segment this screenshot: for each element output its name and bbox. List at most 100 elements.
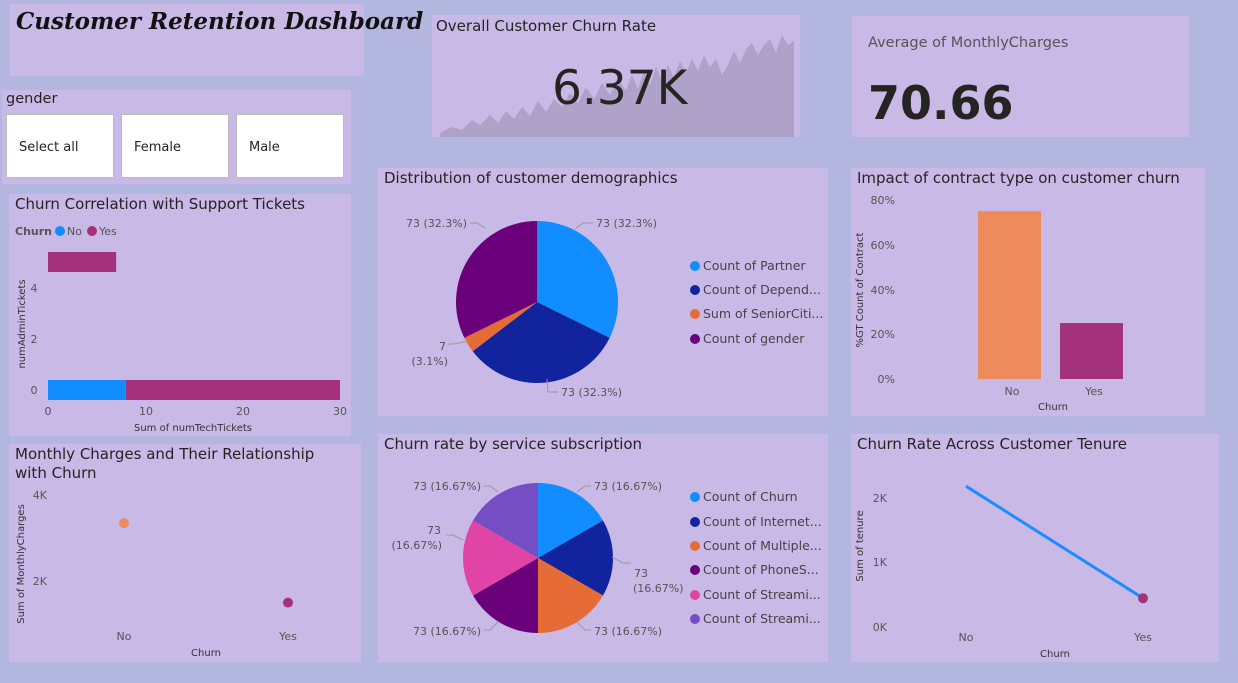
legend-swatch: [690, 285, 700, 295]
leader-line: [576, 621, 591, 631]
data-label: 73 (16.67%): [413, 625, 481, 638]
x-tick: Yes: [1133, 631, 1152, 644]
data-label-value: 73: [427, 524, 441, 537]
support-tickets-svg: Churn No Yes 0 2 4 numAdminTickets 0 10 …: [15, 225, 347, 434]
data-label-percent: (16.67%): [391, 539, 442, 552]
bar-yes-row0: [125, 380, 340, 400]
legend-swatch-yes: [87, 226, 97, 236]
contract-type-svg: 0% 20% 40% 60% 80% %GT Count of Contract…: [855, 194, 1123, 413]
x-tick: 10: [139, 405, 153, 418]
leader-line: [470, 222, 486, 229]
x-tick: No: [959, 631, 974, 644]
legend-label: Count of gender: [703, 331, 805, 346]
data-label: 73 (16.67%): [413, 480, 481, 493]
service-subscription-svg: 73 (16.67%) 73 (16.67%) 73 (16.67%) 73 (…: [391, 480, 822, 638]
leader-line: [484, 621, 499, 631]
x-tick: 30: [333, 405, 347, 418]
tenure-point-yes: [1138, 593, 1148, 604]
bar-no: [978, 211, 1041, 379]
legend-swatch: [690, 517, 700, 527]
legend-swatch: [690, 261, 700, 271]
leader-line: [574, 222, 593, 230]
leader-line: [446, 534, 464, 541]
slicer-option-label: Male: [249, 140, 280, 155]
kpi-monthly-label: Average of MonthlyCharges: [868, 35, 1069, 51]
x-tick: 0: [45, 405, 52, 418]
data-label: 73 (16.67%): [594, 480, 662, 493]
service-subscription-card: Churn rate by service subscription 73 (1…: [378, 434, 828, 662]
tenure-line: [965, 484, 1144, 600]
dashboard-title: Customer Retention Dashboard: [16, 8, 424, 35]
data-label: 73 (16.67%): [594, 625, 662, 638]
bar-yes: [1060, 323, 1123, 379]
kpi-churn-label: Overall Customer Churn Rate: [436, 17, 657, 35]
y-tick: 2K: [873, 492, 888, 505]
contract-type-card: Impact of contract type on customer chur…: [851, 168, 1205, 416]
x-axis-label: Sum of numTechTickets: [134, 423, 252, 434]
demographics-svg: 73 (32.3%) 73 (32.3%) 73 (32.3%) 7 (3.1%…: [406, 217, 823, 399]
leader-line: [484, 485, 499, 493]
tenure-card: Churn Rate Across Customer Tenure 2K 1K …: [851, 434, 1219, 662]
legend-label: Count of Depend...: [703, 282, 821, 297]
legend-swatch: [690, 565, 700, 575]
x-axis-label: Churn: [1040, 649, 1070, 660]
legend-label: Count of Churn: [703, 489, 798, 504]
monthly-charges-svg: 4K 2K Sum of MonthlyCharges No Yes Churn: [16, 489, 297, 659]
x-axis-label: Churn: [191, 648, 221, 659]
data-label-value: 73: [634, 567, 648, 580]
slicer-option-label: Select all: [19, 140, 79, 155]
x-tick: 20: [236, 405, 250, 418]
support-tickets-card: Churn Correlation with Support Tickets C…: [9, 194, 351, 436]
data-label: 73 (32.3%): [561, 386, 622, 399]
y-tick: 1K: [873, 556, 888, 569]
y-axis-label: %GT Count of Contract: [855, 232, 866, 347]
y-tick: 0%: [878, 373, 895, 386]
y-tick: 4: [31, 282, 38, 295]
slicer-option-male[interactable]: Male: [236, 114, 344, 178]
x-tick: Yes: [278, 630, 297, 643]
scatter-point-no: [119, 518, 129, 529]
y-axis-label: Sum of tenure: [855, 510, 866, 581]
monthly-charges-card: Monthly Charges and Their Relationship w…: [9, 444, 361, 662]
legend-swatch-no: [55, 226, 65, 236]
legend-label: Count of Internet...: [703, 514, 822, 529]
data-label: 73 (32.3%): [406, 217, 467, 230]
data-label-value: 7: [439, 340, 446, 353]
x-axis-label: Churn: [1038, 402, 1068, 413]
legend-label: Count of Multiple...: [703, 538, 822, 553]
data-label: 73 (32.3%): [596, 217, 657, 230]
legend-label: Count of PhoneS...: [703, 562, 819, 577]
legend-label: Count of Partner: [703, 258, 806, 273]
legend-swatch: [690, 614, 700, 624]
y-tick: 2: [31, 333, 38, 346]
kpi-monthly-card: Average of MonthlyCharges 70.66: [852, 16, 1189, 137]
y-tick: 0K: [873, 621, 888, 634]
demographics-card: Distribution of customer demographics 73…: [378, 168, 828, 416]
legend-swatch: [690, 590, 700, 600]
y-tick: 2K: [33, 575, 48, 588]
scatter-point-yes: [283, 597, 293, 608]
legend-swatch: [690, 309, 700, 319]
legend-swatch: [690, 492, 700, 502]
bar-yes-row5: [48, 252, 117, 272]
data-label-percent: (3.1%): [411, 355, 448, 368]
slicer-option-label: Female: [134, 140, 182, 155]
legend-label: Count of Streami...: [703, 611, 821, 626]
y-tick: 80%: [871, 194, 895, 207]
slicer-option-female[interactable]: Female: [121, 114, 229, 178]
kpi-churn-card: Overall Customer Churn Rate 6.37K: [432, 15, 800, 137]
x-tick: Yes: [1084, 385, 1103, 398]
kpi-monthly-value: 70.66: [868, 76, 1014, 130]
slicer-option-select-all[interactable]: Select all: [6, 114, 114, 178]
legend-swatch: [690, 334, 700, 344]
y-tick: 60%: [871, 239, 895, 252]
kpi-churn-value: 6.37K: [552, 61, 688, 116]
y-tick: 20%: [871, 328, 895, 341]
y-tick: 0: [31, 384, 38, 397]
leader-line: [611, 556, 631, 564]
legend-label-yes: Yes: [98, 225, 117, 238]
y-axis-label: numAdminTickets: [17, 279, 28, 368]
y-tick: 4K: [33, 489, 48, 502]
x-tick: No: [117, 630, 132, 643]
tenure-svg: 2K 1K 0K Sum of tenure No Yes Churn: [855, 484, 1152, 660]
